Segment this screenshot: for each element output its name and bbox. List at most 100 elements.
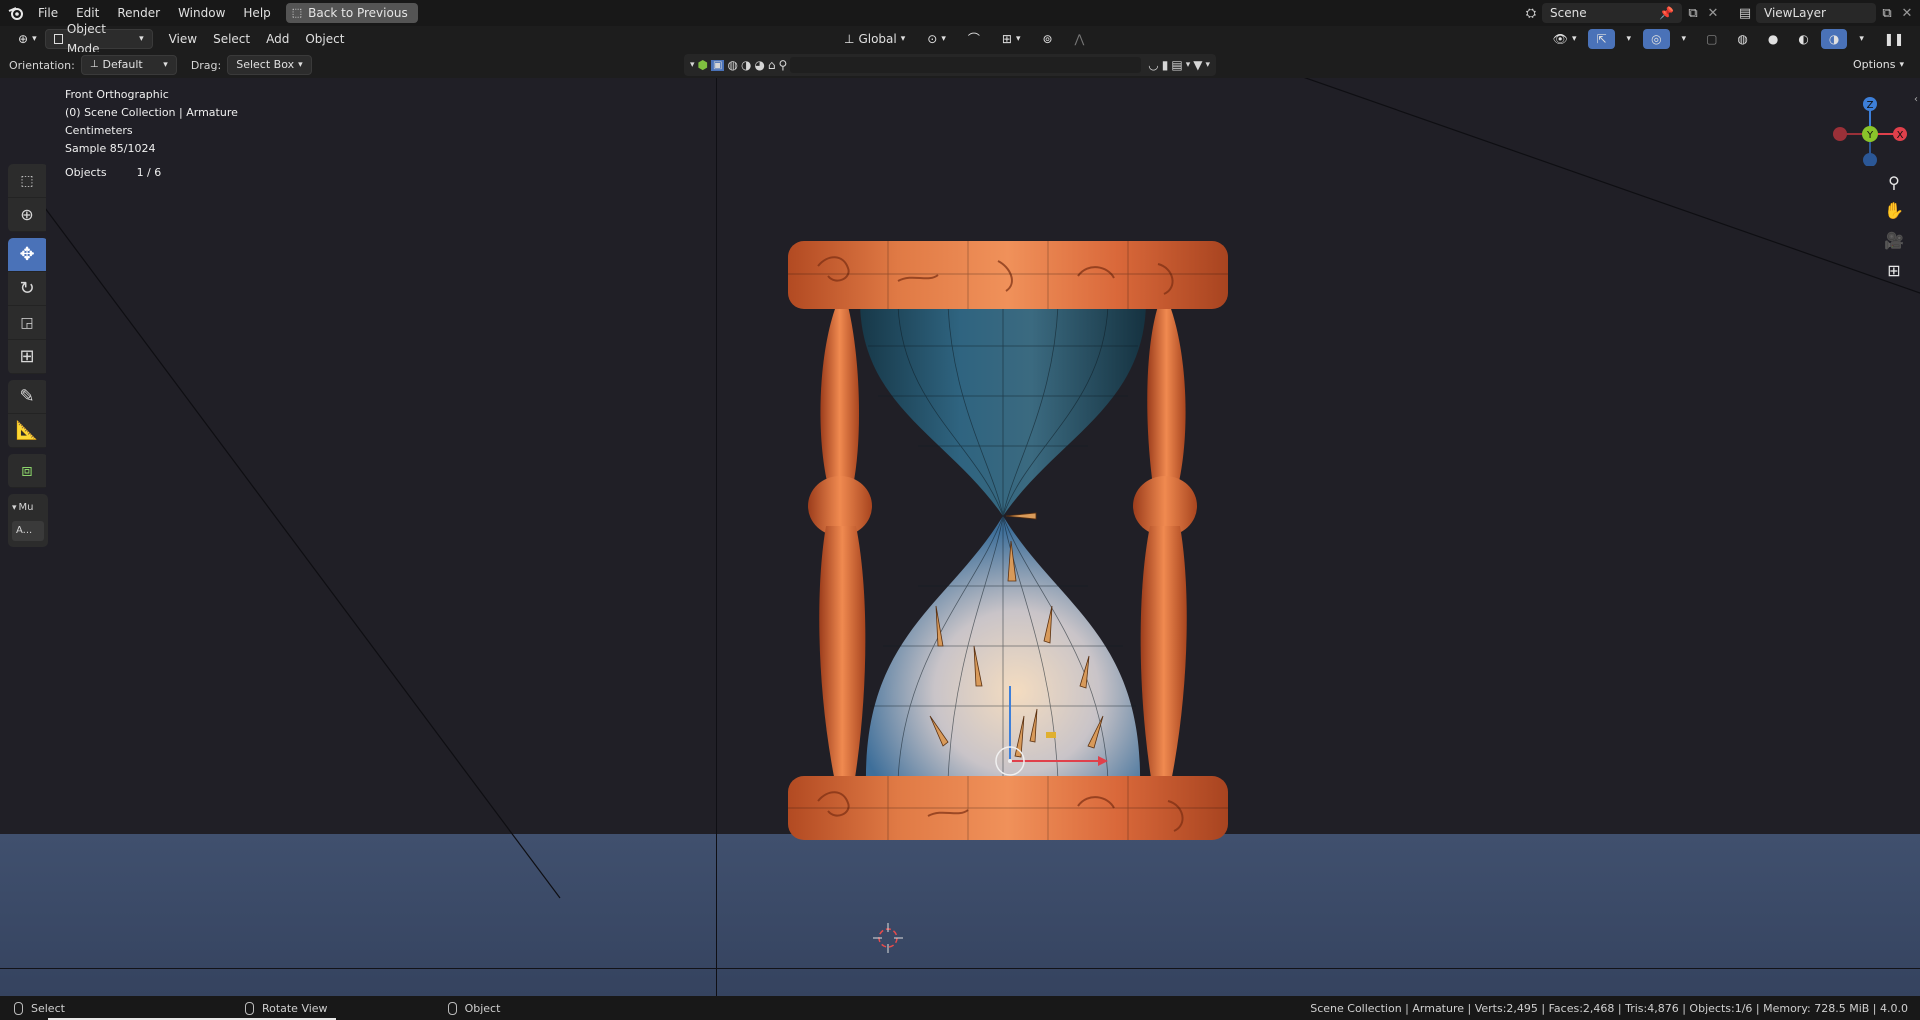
gizmo-toggle[interactable]: ⇱ — [1588, 29, 1615, 49]
new-view-layer-icon[interactable]: ⧉ — [1878, 4, 1896, 22]
mode-dropdown[interactable]: Object Mode ▾ — [44, 22, 153, 56]
object-type-icon[interactable]: ⬢ — [698, 58, 708, 72]
camera-view-icon[interactable]: 🎥 — [1882, 228, 1906, 252]
delete-view-layer-icon[interactable]: ✕ — [1898, 4, 1916, 22]
chevron-down-icon[interactable]: ▾ — [1186, 60, 1191, 70]
select-box-icon: ⬚ — [20, 172, 34, 189]
shading-solid-button[interactable]: ● — [1760, 29, 1786, 49]
view-layer-name: ViewLayer — [1764, 6, 1826, 20]
back-to-previous-button[interactable]: ⬚ Back to Previous — [285, 3, 418, 23]
filter-toggle-icon[interactable]: ◡ — [1148, 58, 1158, 72]
orientation-dropdown[interactable]: ⊥ Default ▾ — [80, 55, 177, 75]
new-scene-icon[interactable]: ⧉ — [1684, 4, 1702, 22]
menu-file[interactable]: File — [29, 2, 67, 24]
select-box-tool[interactable]: ⬚ — [8, 164, 46, 198]
shading-rendered-button[interactable]: ◑ — [1820, 29, 1848, 49]
mouse-right-icon — [447, 1001, 457, 1015]
overlays-dropdown[interactable]: ▾ — [1674, 29, 1695, 49]
funnel-icon[interactable]: ▼ — [1193, 58, 1202, 72]
scene-field[interactable]: Scene 📌 — [1542, 3, 1682, 23]
chevron-down-icon: ▾ — [12, 502, 17, 513]
pivot-point-dropdown[interactable]: ⊙ ▾ — [919, 29, 954, 49]
status-rotate-hint: Rotate View — [244, 1001, 328, 1015]
pan-hand-icon[interactable]: ✋ — [1882, 198, 1906, 222]
drag-dropdown[interactable]: Select Box ▾ — [227, 55, 312, 75]
pause-render-button[interactable]: ❚❚ — [1876, 29, 1912, 49]
visibility-dropdown[interactable]: 👁 ▾ — [1545, 29, 1585, 49]
render-samples: Sample 85/1024 — [65, 142, 156, 155]
status-object-hint: Object — [447, 1001, 500, 1015]
snap-increment-icon: ⊞ — [1001, 32, 1012, 46]
view-layer-field[interactable]: ViewLayer — [1756, 3, 1876, 23]
transform-orientation-dropdown[interactable]: ⊥ Global ▾ — [836, 29, 913, 49]
addon-panel-header[interactable]: ▾ Mu — [8, 498, 48, 517]
filter-scene-icon[interactable]: ⌂ — [768, 58, 776, 72]
select-mode-icon[interactable]: ▣ — [711, 59, 725, 71]
drag-label: Drag: — [190, 58, 222, 72]
orientation-axis-icon: ⊥ — [89, 59, 99, 70]
header-menu-object[interactable]: Object — [297, 29, 352, 49]
shading-wireframe-button[interactable]: ◍ — [1729, 29, 1755, 49]
shading-dropdown[interactable]: ▾ — [1851, 29, 1872, 49]
scale-tool[interactable]: ◲ — [8, 306, 46, 340]
snap-target-dropdown[interactable]: ⊞ ▾ — [994, 29, 1029, 49]
filter-material-icon[interactable]: ◍ — [727, 58, 737, 72]
shading-material-button[interactable]: ◐ — [1790, 29, 1816, 49]
viewport-info-overlay: Front Orthographic (0) Scene Collection … — [65, 86, 238, 158]
header-menu-view[interactable]: View — [161, 29, 205, 49]
mouse-middle-icon — [244, 1001, 254, 1015]
hourglass-model[interactable] — [778, 236, 1238, 846]
move-tool[interactable]: ✥ — [8, 238, 46, 272]
overlays-icon: ◎ — [1651, 32, 1662, 46]
display-filter-icon[interactable]: ▤ — [1171, 58, 1182, 72]
overlays-toggle[interactable]: ◎ — [1643, 29, 1670, 49]
magnet-icon: ⌒ — [967, 32, 980, 46]
xray-toggle[interactable]: ▢ — [1698, 29, 1725, 49]
pivot-icon: ⊙ — [927, 32, 938, 46]
menu-help[interactable]: Help — [234, 2, 279, 24]
snap-toggle[interactable]: ⌒ — [960, 29, 988, 49]
sidebar-toggle-icon[interactable]: ‹ — [1914, 94, 1918, 105]
filter-render-icon[interactable]: ◑ — [741, 58, 751, 72]
blender-logo-icon[interactable] — [7, 4, 25, 22]
pin-icon[interactable]: 📌 — [1659, 3, 1674, 23]
menu-window[interactable]: Window — [169, 2, 234, 24]
header-menu-select[interactable]: Select — [205, 29, 258, 49]
chevron-down-icon[interactable]: ▾ — [1205, 60, 1210, 70]
proportional-edit-toggle[interactable]: ⊚ — [1034, 29, 1060, 49]
chevron-down-icon: ▾ — [1899, 60, 1904, 70]
falloff-dropdown[interactable]: ⋀ — [1067, 29, 1093, 49]
annotate-pencil-icon: ✎ — [19, 386, 35, 407]
bookmark-icon[interactable]: ▮ — [1162, 58, 1169, 72]
filter-world-icon[interactable]: ◕ — [754, 58, 764, 72]
cursor-tool[interactable]: ⊕ — [8, 198, 46, 232]
cursor-icon: ⊕ — [20, 205, 34, 224]
add-cube-tool[interactable]: ⧈ — [8, 454, 46, 488]
transform-tool[interactable]: ⊞ — [8, 340, 46, 374]
chevron-down-icon[interactable]: ▾ — [690, 60, 695, 70]
gizmo-icon: ⇱ — [1596, 32, 1607, 46]
header-menu-add[interactable]: Add — [258, 29, 297, 49]
3d-viewport[interactable]: Front Orthographic (0) Scene Collection … — [0, 78, 1920, 996]
transform-orientation-label: Global — [858, 32, 897, 46]
editor-type-button[interactable]: ⊕ ▾ — [10, 29, 45, 49]
material-shading-icon: ◐ — [1798, 32, 1809, 46]
orientation-value: Default — [102, 58, 143, 71]
gizmo-dropdown[interactable]: ▾ — [1619, 29, 1640, 49]
rotate-tool[interactable]: ↻ — [8, 272, 46, 306]
delete-scene-icon[interactable]: ✕ — [1704, 4, 1722, 22]
3d-cursor-icon[interactable] — [873, 923, 903, 953]
chevron-down-icon: ▾ — [32, 34, 37, 44]
viewport-search-input[interactable] — [790, 57, 1142, 73]
zoom-icon[interactable]: ⚲ — [1882, 170, 1906, 194]
gizmo-y-label: Y — [1866, 130, 1874, 141]
ortho-grid-icon[interactable]: ⊞ — [1882, 258, 1906, 282]
navigation-gizmo[interactable]: Z Y X — [1830, 86, 1910, 166]
scene-selector-icon[interactable]: ⛭ — [1522, 4, 1540, 22]
addon-panel-button[interactable]: A... — [12, 521, 44, 541]
annotate-tool[interactable]: ✎ — [8, 380, 46, 414]
view-layer-icon[interactable]: ▤ — [1736, 4, 1754, 22]
options-dropdown[interactable]: Options ▾ — [1845, 55, 1912, 75]
measure-tool[interactable]: 📐 — [8, 414, 46, 448]
chevron-down-icon: ▾ — [900, 34, 906, 44]
